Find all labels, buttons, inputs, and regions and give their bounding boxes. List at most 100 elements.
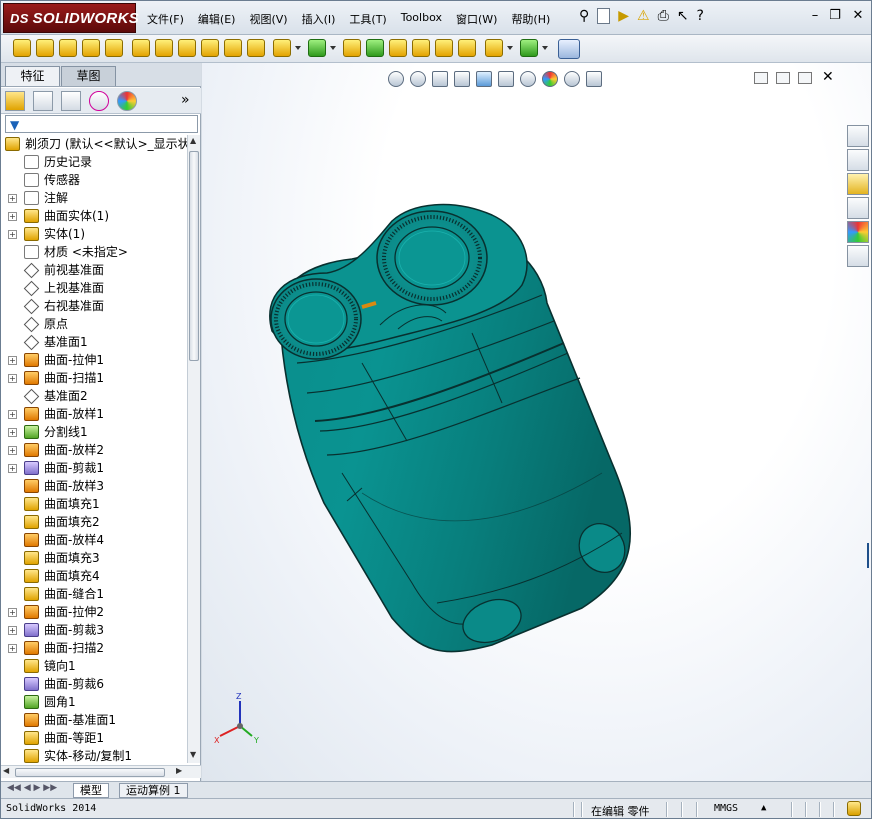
- tree-item[interactable]: + 实体(1): [1, 225, 187, 243]
- tree-item[interactable]: 曲面填充2: [1, 513, 187, 531]
- shell-icon[interactable]: [389, 39, 407, 57]
- scroll-right-icon[interactable]: ▶: [176, 766, 182, 775]
- tree-item[interactable]: 前视基准面: [1, 261, 187, 279]
- reference-dropdown-icon[interactable]: [507, 46, 513, 50]
- tree-item[interactable]: 曲面-剪裁6: [1, 675, 187, 693]
- display-manager-icon[interactable]: [117, 91, 137, 111]
- expand-toggle-icon[interactable]: +: [8, 608, 17, 617]
- configuration-manager-icon[interactable]: [61, 91, 81, 111]
- tree-item[interactable]: + 分割线1: [1, 423, 187, 441]
- tree-item[interactable]: + 注解: [1, 189, 187, 207]
- draft-icon[interactable]: [366, 39, 384, 57]
- lofted-boss-icon[interactable]: [82, 39, 100, 57]
- fillet-dropdown-icon[interactable]: [295, 46, 301, 50]
- tree-item[interactable]: + 曲面-扫描2: [1, 639, 187, 657]
- extruded-boss-icon[interactable]: [13, 39, 31, 57]
- open-document-icon[interactable]: ▶: [618, 7, 629, 25]
- tree-item[interactable]: + 曲面-放样1: [1, 405, 187, 423]
- tree-item[interactable]: + 曲面实体(1): [1, 207, 187, 225]
- tree-item[interactable]: 曲面-基准面1: [1, 711, 187, 729]
- revolved-cut-icon[interactable]: [178, 39, 196, 57]
- tree-item[interactable]: 曲面-缝合1: [1, 585, 187, 603]
- expand-toggle-icon[interactable]: +: [8, 428, 17, 437]
- scroll-thumb[interactable]: [189, 151, 199, 361]
- tree-item[interactable]: + 曲面-剪裁1: [1, 459, 187, 477]
- graphics-area[interactable]: ✕ Z X Y: [202, 63, 871, 781]
- menu-toolbox[interactable]: Toolbox: [401, 11, 442, 27]
- menu-edit[interactable]: 编辑(E): [198, 11, 236, 27]
- expand-toggle-icon[interactable]: +: [8, 446, 17, 455]
- menu-insert[interactable]: 插入(I): [302, 11, 336, 27]
- scroll-left-icon[interactable]: ◀: [3, 766, 9, 775]
- linear-pattern-icon[interactable]: [308, 39, 326, 57]
- mirror-tool-icon[interactable]: [458, 39, 476, 57]
- tree-item[interactable]: 基准面1: [1, 333, 187, 351]
- tree-item[interactable]: 曲面-放样3: [1, 477, 187, 495]
- tree-item[interactable]: 镜向1: [1, 657, 187, 675]
- boundary-cut-icon[interactable]: [247, 39, 265, 57]
- hole-wizard-icon[interactable]: [155, 39, 173, 57]
- tree-item[interactable]: + 曲面-剪裁3: [1, 621, 187, 639]
- lofted-cut-icon[interactable]: [224, 39, 242, 57]
- extruded-cut-icon[interactable]: [132, 39, 150, 57]
- tree-item[interactable]: 曲面-等距1: [1, 729, 187, 747]
- boundary-boss-icon[interactable]: [105, 39, 123, 57]
- wrap-icon[interactable]: [412, 39, 430, 57]
- fillet-tool-icon[interactable]: [273, 39, 291, 57]
- pin-icon[interactable]: ⚲: [579, 7, 589, 25]
- expand-toggle-icon[interactable]: +: [8, 626, 17, 635]
- tree-item[interactable]: 基准面2: [1, 387, 187, 405]
- horizontal-scroll-thumb[interactable]: [15, 768, 165, 777]
- tree-item[interactable]: 材质 <未指定>: [1, 243, 187, 261]
- tree-item[interactable]: 曲面填充3: [1, 549, 187, 567]
- tree-horizontal-scrollbar[interactable]: ◀ ▶: [1, 765, 201, 778]
- tree-item[interactable]: 曲面填充4: [1, 567, 187, 585]
- tree-item[interactable]: + 曲面-放样2: [1, 441, 187, 459]
- restore-icon[interactable]: ❐: [827, 9, 843, 23]
- expand-toggle-icon[interactable]: +: [8, 212, 17, 221]
- tree-item[interactable]: 原点: [1, 315, 187, 333]
- tree-item[interactable]: 传感器: [1, 171, 187, 189]
- tree-item[interactable]: 历史记录: [1, 153, 187, 171]
- swept-cut-icon[interactable]: [201, 39, 219, 57]
- close-icon[interactable]: ✕: [850, 9, 866, 23]
- menu-window[interactable]: 窗口(W): [456, 11, 497, 27]
- tree-item[interactable]: 曲面-放样4: [1, 531, 187, 549]
- units-dropdown-icon[interactable]: ▲: [761, 803, 766, 813]
- swept-boss-icon[interactable]: [59, 39, 77, 57]
- tab-model[interactable]: 模型: [73, 783, 109, 798]
- curves-icon[interactable]: [520, 39, 538, 57]
- tree-filter[interactable]: ▼: [5, 115, 198, 133]
- tree-item[interactable]: + 曲面-拉伸1: [1, 351, 187, 369]
- curves-dropdown-icon[interactable]: [542, 46, 548, 50]
- menu-view[interactable]: 视图(V): [249, 11, 287, 27]
- solidworks-logo[interactable]: DS SOLIDWORKS: [3, 3, 139, 33]
- help-icon[interactable]: ?: [697, 7, 704, 25]
- tree-item[interactable]: 上视基准面: [1, 279, 187, 297]
- expand-toggle-icon[interactable]: +: [8, 410, 17, 419]
- minimize-icon[interactable]: –: [807, 9, 823, 23]
- instant3d-icon[interactable]: [558, 39, 580, 59]
- tree-item[interactable]: + 曲面-拉伸2: [1, 603, 187, 621]
- expand-toggle-icon[interactable]: +: [8, 230, 17, 239]
- intersect-icon[interactable]: [435, 39, 453, 57]
- tree-root-part[interactable]: 剃须刀 (默认<<默认>_显示状: [1, 135, 187, 153]
- menu-file[interactable]: 文件(F): [147, 11, 184, 27]
- tab-sketch[interactable]: 草图: [61, 66, 116, 86]
- tree-item[interactable]: 曲面填充1: [1, 495, 187, 513]
- rib-icon[interactable]: [343, 39, 361, 57]
- property-manager-icon[interactable]: [33, 91, 53, 111]
- menu-help[interactable]: 帮助(H): [511, 11, 550, 27]
- tree-item[interactable]: 右视基准面: [1, 297, 187, 315]
- expand-toggle-icon[interactable]: +: [8, 464, 17, 473]
- tab-scroll-icon[interactable]: ◀◀ ◀ ▶ ▶▶: [7, 783, 57, 793]
- dimxpert-icon[interactable]: [89, 91, 109, 111]
- tab-features[interactable]: 特征: [5, 66, 60, 86]
- rebuild-warning-icon[interactable]: ⚠: [637, 7, 650, 25]
- revolved-boss-icon[interactable]: [36, 39, 54, 57]
- pattern-dropdown-icon[interactable]: [330, 46, 336, 50]
- tree-item[interactable]: 实体-移动/复制1: [1, 747, 187, 763]
- new-document-icon[interactable]: [597, 8, 611, 24]
- scroll-up-icon[interactable]: ▲: [190, 136, 196, 145]
- collapse-panel-icon[interactable]: »: [181, 92, 190, 108]
